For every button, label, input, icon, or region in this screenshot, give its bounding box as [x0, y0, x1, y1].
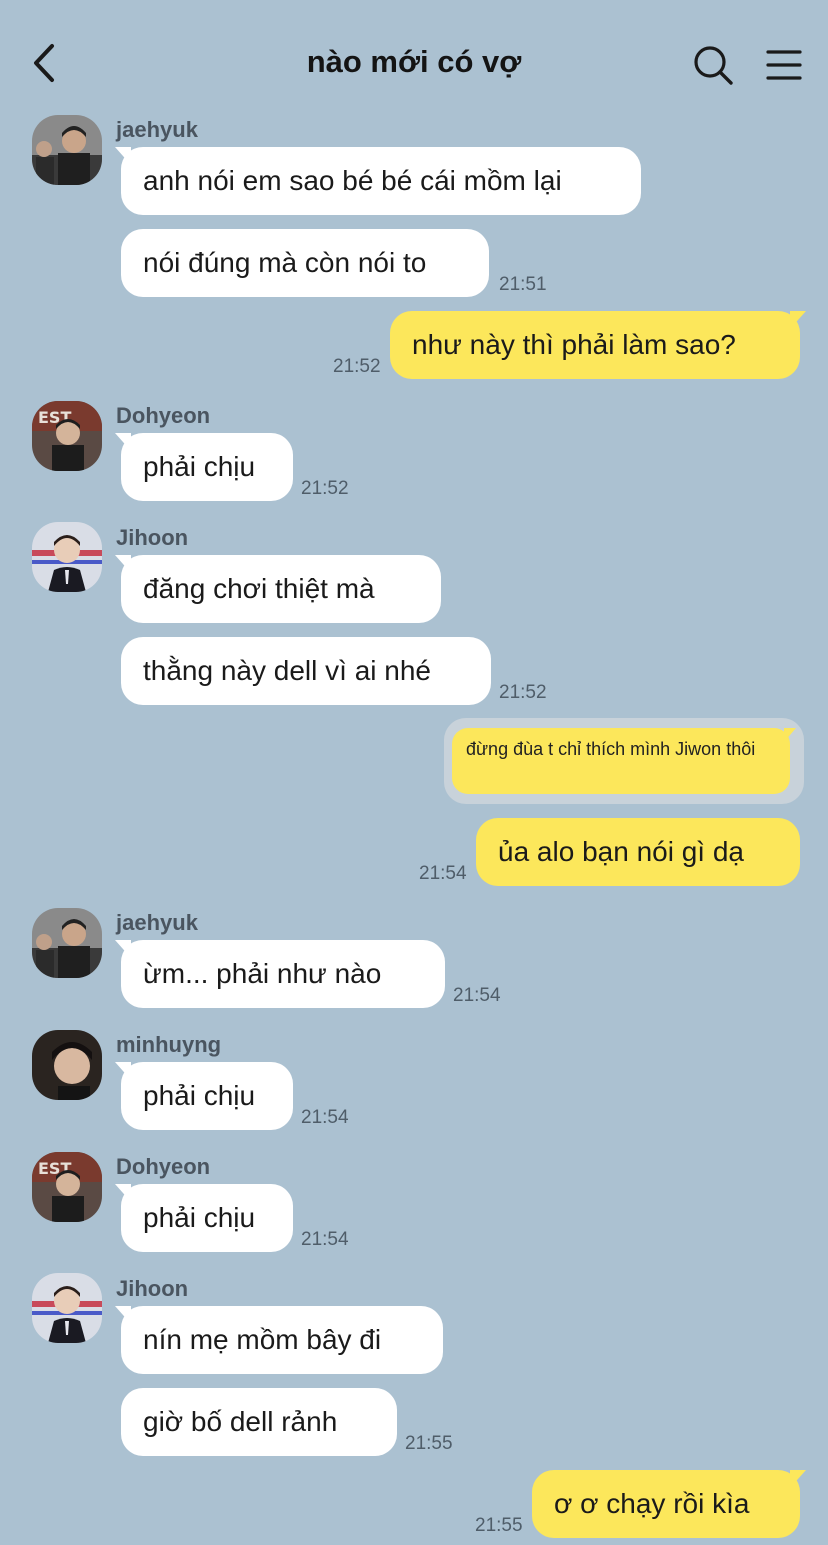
timestamp: 21:55 [475, 1515, 523, 1536]
message-bubble[interactable]: đăng chơi thiệt mà [115, 555, 441, 623]
message-bubble[interactable]: thằng này dell vì ai nhé [121, 637, 491, 705]
avatar-dohyeon-image: EST [32, 401, 102, 471]
avatar-jihoon[interactable] [32, 522, 102, 592]
avatar-jaehyuk-image [32, 908, 102, 978]
avatar-jaehyuk[interactable] [32, 115, 102, 185]
sender-name: jaehyuk [116, 910, 198, 935]
search-icon[interactable] [692, 44, 734, 86]
quoted-message-container[interactable]: đừng đùa t chỉ thích mình Jiwon thôi [444, 718, 804, 804]
sender-name: Jihoon [116, 525, 189, 550]
avatar-minhuyng[interactable] [32, 1030, 102, 1100]
message-bubble[interactable]: nói đúng mà còn nói to [121, 229, 489, 297]
avatar-jihoon-image [32, 1273, 102, 1343]
message-bubble[interactable]: phải chịu [115, 1062, 293, 1130]
message-bubble[interactable]: phải chịu [115, 1184, 293, 1252]
timestamp: 21:55 [405, 1433, 453, 1454]
sender-name: Dohyeon [116, 403, 211, 428]
message-bubble-outgoing[interactable]: ơ ơ chạy rồi kìa [532, 1470, 806, 1538]
timestamp: 21:54 [301, 1229, 349, 1250]
quoted-message-text: đừng đùa t chỉ thích mình Jiwon thôi [452, 728, 796, 794]
hamburger-menu-icon[interactable] [766, 48, 802, 82]
avatar-jaehyuk[interactable] [32, 908, 102, 978]
message-bubble-outgoing[interactable]: như này thì phải làm sao? [390, 311, 806, 379]
avatar-dohyeon[interactable]: EST [32, 401, 102, 471]
timestamp: 21:54 [419, 863, 467, 884]
avatar-jihoon-image [32, 522, 102, 592]
avatar-jaehyuk-image [32, 115, 102, 185]
timestamp: 21:52 [301, 478, 349, 499]
avatar-jihoon[interactable] [32, 1273, 102, 1343]
avatar-dohyeon[interactable]: EST [32, 1152, 102, 1222]
timestamp: 21:52 [499, 682, 547, 703]
avatar-dohyeon-image: EST [32, 1152, 102, 1222]
timestamp: 21:54 [453, 985, 501, 1006]
message-bubble-outgoing[interactable]: ủa alo bạn nói gì dạ [476, 818, 800, 886]
timestamp: 21:52 [333, 356, 381, 377]
avatar-minhuyng-image [32, 1030, 102, 1100]
message-bubble[interactable]: ừm... phải như nào [115, 940, 445, 1008]
timestamp: 21:51 [499, 274, 547, 295]
message-bubble[interactable]: nín mẹ mồm bây đi [115, 1306, 443, 1374]
sender-name: Jihoon [116, 1276, 189, 1301]
chat-header: nào mới có vợ [0, 0, 828, 112]
message-bubble[interactable]: giờ bố dell rảnh [121, 1388, 397, 1456]
sender-name: minhuyng [116, 1032, 222, 1057]
timestamp: 21:54 [301, 1107, 349, 1128]
message-bubble[interactable]: phải chịu [115, 433, 293, 501]
sender-name: jaehyuk [116, 117, 198, 142]
sender-name: Dohyeon [116, 1154, 211, 1179]
message-bubble[interactable]: anh nói em sao bé bé cái mồm lại [115, 147, 641, 215]
